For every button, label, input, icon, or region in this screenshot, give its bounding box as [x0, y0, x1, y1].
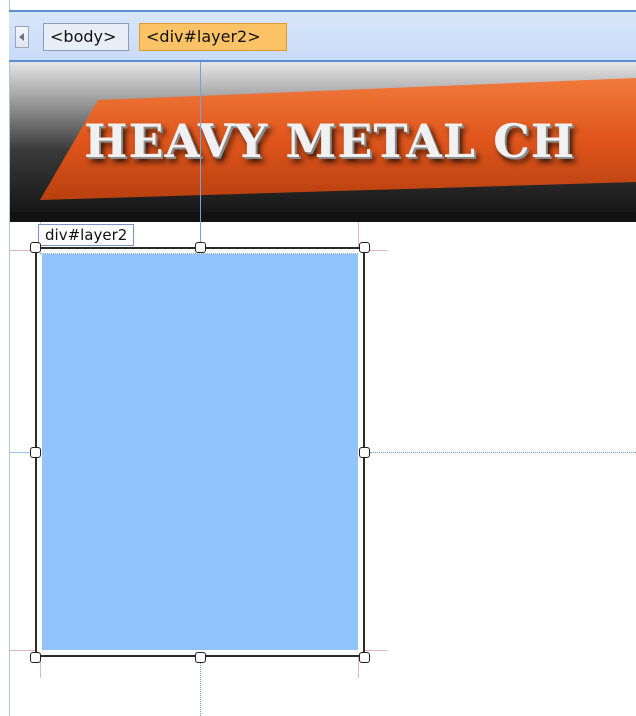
- tag-scroll-left-button[interactable]: [15, 26, 29, 48]
- window-left-border: [0, 0, 10, 716]
- guide-vertical: [200, 62, 201, 248]
- resize-handle-top-right[interactable]: [359, 242, 370, 253]
- tag-div-layer2[interactable]: <div#layer2>: [139, 23, 287, 51]
- resize-handle-bottom-right[interactable]: [359, 652, 370, 663]
- layer-dotted-edge: [40, 253, 358, 254]
- layer2-fill: [42, 254, 358, 650]
- banner-title: HEAVY METAL CH: [84, 114, 576, 168]
- tag-body[interactable]: <body>: [43, 23, 129, 51]
- banner-bottom-strip: [10, 212, 636, 222]
- chevron-left-icon: [19, 33, 24, 41]
- guide-vertical-dotted: [200, 660, 201, 716]
- resize-handle-top-left[interactable]: [30, 242, 41, 253]
- guide-horizontal-dotted: [370, 452, 636, 453]
- resize-handle-right[interactable]: [359, 447, 370, 458]
- window-top-border: [0, 0, 636, 10]
- resize-handle-left[interactable]: [30, 447, 41, 458]
- layer2-box[interactable]: [35, 247, 365, 657]
- layer2-label[interactable]: div#layer2: [38, 224, 135, 246]
- tag-selector-bar: <body> <div#layer2>: [9, 10, 636, 62]
- resize-handle-bottom-left[interactable]: [30, 652, 41, 663]
- header-banner: HEAVY METAL CH: [10, 62, 636, 222]
- resize-handle-top[interactable]: [195, 242, 206, 253]
- resize-handle-bottom[interactable]: [195, 652, 206, 663]
